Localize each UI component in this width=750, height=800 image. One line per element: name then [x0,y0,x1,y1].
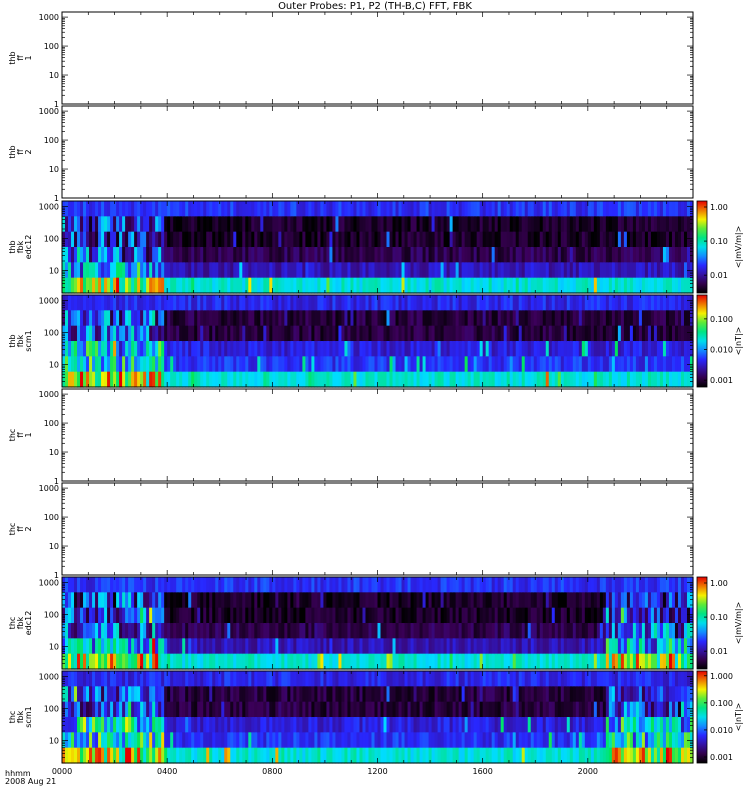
y-tick-label: 100 [44,513,59,522]
y-tick-label: 1000 [39,484,59,493]
colorbar-tick-label: 0.10 [710,237,728,246]
y-tick-label: 1000 [39,107,59,116]
y-tick-label: 10 [49,71,59,80]
panel-frame [61,11,694,105]
panel-thb-ff-1: 1101001000 [39,11,694,109]
colorbar [696,200,708,294]
panel-frame [61,388,694,482]
y-tick-label: 10 [49,542,59,551]
colorbar-tick-label: 1.00 [710,203,728,212]
colorbar-tick-label: 0.100 [710,315,733,324]
y-tick-label: 100 [44,42,59,51]
y-tick-label: 10 [49,267,59,276]
y-tick-label: 10 [49,448,59,457]
panel-thb-fbk-scm1: 0.100 0.010 0.001 <|nT|> 10 100 1000 [39,294,743,388]
panel-thc-fbk-edc12: 1.00 0.10 0.01 <|mV/m|> 10 100 1000 [39,576,743,670]
y-tick-label: 10 [49,643,59,652]
colorbar [696,294,708,388]
panel-thb-fbk-edc12: 1.00 0.10 0.01 <|mV/m|> 10 100 1000 [39,200,743,294]
y-tick-label: 100 [44,136,59,145]
y-tick-label: 1000 [39,297,59,306]
colorbar-tick-label: 0.001 [710,376,733,385]
panel-thc-ff-1: 1101001000 [39,388,694,486]
y-tick-label: 1000 [39,203,59,212]
colorbar-label: <|mV/m|> [734,226,743,269]
y-tick-label: 10 [49,165,59,174]
y-tick-label: 100 [44,235,59,244]
colorbar-label: <|nT|> [734,327,743,356]
spectrogram-stack: 110100100011010010001.000.100.01<|mV/m|>… [39,11,743,776]
y-tick-label: 100 [44,611,59,620]
y-tick-label: 100 [44,329,59,338]
y-tick-label: 1000 [39,13,59,22]
colorbar-label: <|mV/m|> [734,602,743,645]
panel-thb-ff-2: 1101001000 [39,105,694,203]
colorbar-tick-label: 0.10 [710,613,728,622]
y-tick-label: 10 [49,361,59,370]
colorbar-tick-label: 0.01 [710,271,728,280]
colorbar-tick-label: 1.00 [710,579,728,588]
panel-frame [61,105,694,199]
panel-frame [61,482,694,576]
y-tick-label: 100 [44,419,59,428]
colorbar-tick-label: 0.010 [710,346,733,355]
panel-thc-ff-2: 1101001000 [39,482,694,580]
colorbar [696,576,708,670]
y-tick-label: 1000 [39,579,59,588]
colorbar-tick-label: 0.01 [710,647,728,656]
y-tick-label: 1000 [39,390,59,399]
panel-thc-fbk-scm1: 1.0000.1000.0100.001<|nT|>101001000 [39,670,743,764]
